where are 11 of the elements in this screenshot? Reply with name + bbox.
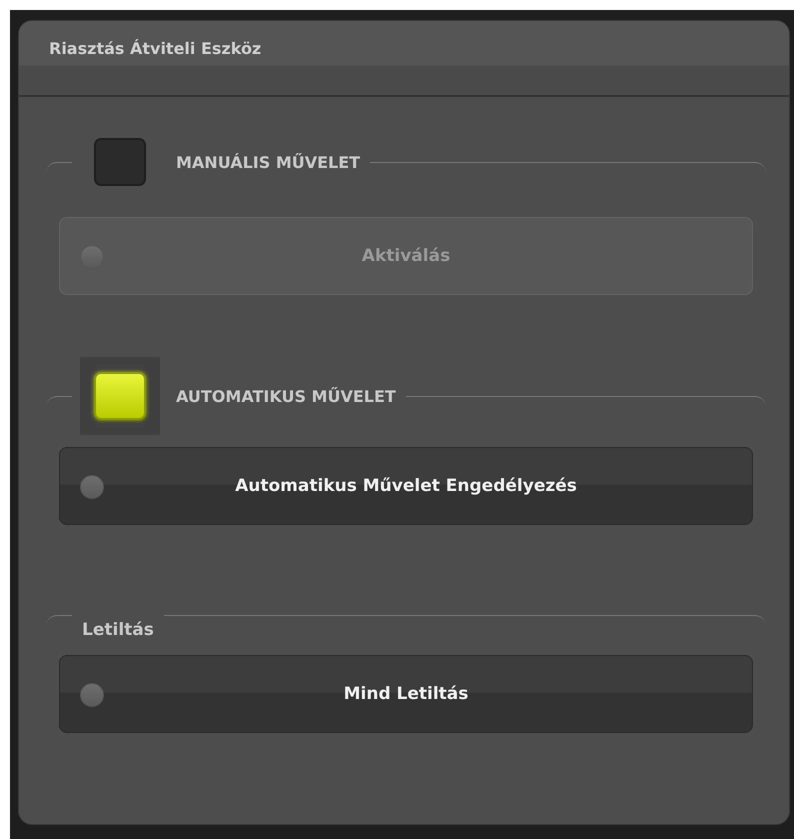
indicator-icon [80,683,104,707]
indicator-icon [80,475,104,499]
indicator-icon [80,245,104,269]
action-button[interactable]: Mind Letiltás [59,655,753,733]
section-label: AUTOMATIKUS MŰVELET [176,386,396,406]
panel-title: Riasztás Átviteli Eszköz [49,38,262,58]
section-label: MANUÁLIS MŰVELET [176,152,360,172]
toggle-checkbox[interactable] [94,372,146,420]
toggle-checkbox[interactable] [94,138,146,186]
action-button[interactable]: Automatikus Művelet Engedélyezés [59,447,753,525]
section-label: Letiltás [82,620,154,640]
